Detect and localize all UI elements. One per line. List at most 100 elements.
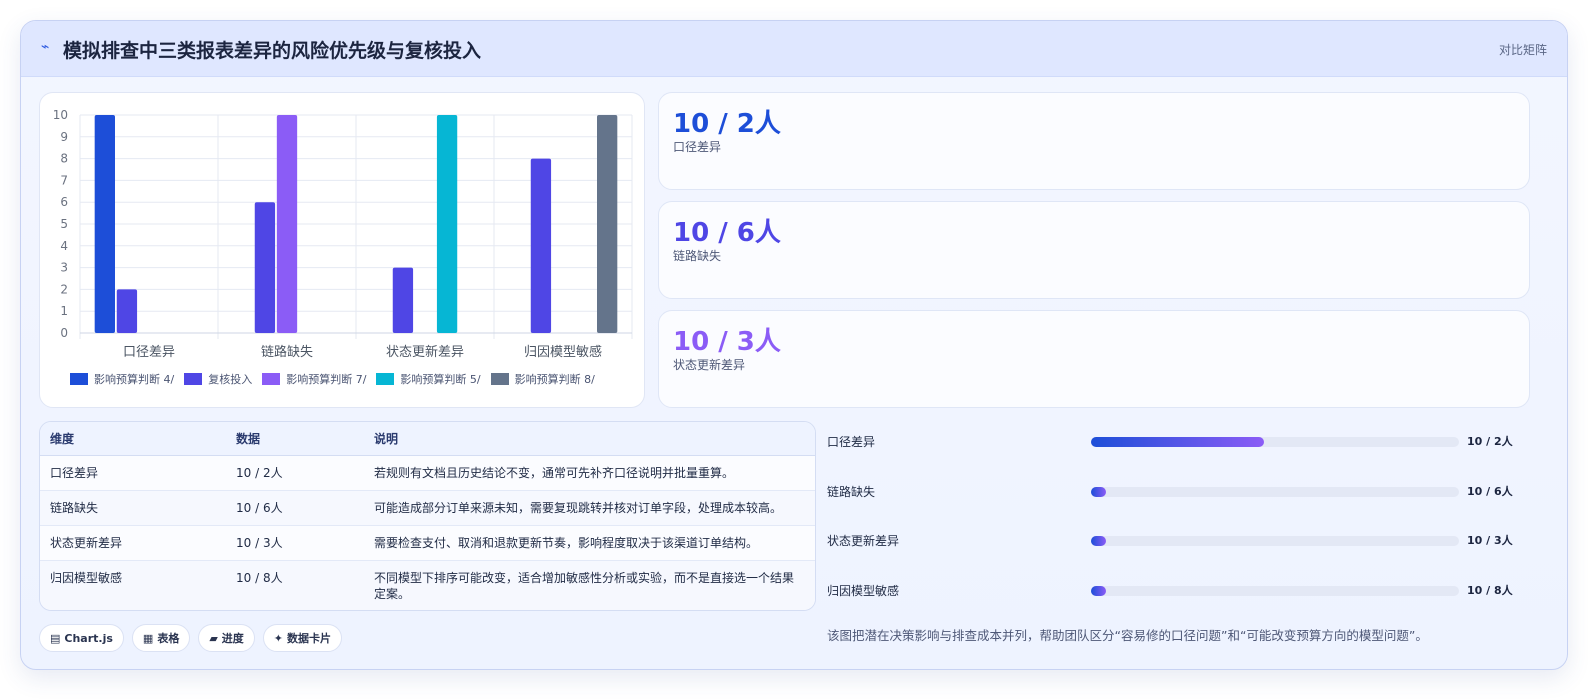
cell-description: 需要检查支付、取消和退款更新节奏，影响程度取决于该渠道订单结构。 <box>364 525 815 561</box>
chart-note: 该图把潜在决策影响与排查成本并列，帮助团队区分“容易修的口径问题”和“可能改变预… <box>827 628 1428 643</box>
kpi-label: 状态更新差异 <box>673 358 746 372</box>
kpi-label: 链路缺失 <box>673 249 722 263</box>
cell-dimension: 状态更新差异 <box>40 525 226 561</box>
bar-chart: 0 1 2 3 4 5 6 7 8 9 10 口径差异 链路缺失 状态更新差异 归因模型敏感 <box>53 108 633 360</box>
chip-progress[interactable]: ▰ 进度 <box>198 624 255 652</box>
legend-label: 影响预算判断 7/ <box>286 373 367 386</box>
report-card: ⌁ 模拟排查中三类报表差异的风险优先级与复核投入 对比矩阵 0 1 2 3 4 5 6 7 8 9… <box>20 20 1568 670</box>
cell-description: 若规则有文档且历史结论不变，通常可先补齐口径说明并批量重算。 <box>364 455 815 491</box>
sparkle-icon: ✦ <box>273 631 284 645</box>
y-tick-label: 6 <box>60 195 68 209</box>
data-table-panel: 维度 数据 说明 口径差异 10 / 2人 若规则有文档且历史结论不变，通常可先… <box>39 421 816 611</box>
kpi-value: 10 / 6人 <box>673 218 781 248</box>
progress-fill <box>1091 437 1264 447</box>
kpi-card-0: 10 / 2人 口径差异 <box>658 92 1530 190</box>
legend-swatch <box>70 373 88 385</box>
chip-table[interactable]: ▦ 表格 <box>131 624 191 652</box>
tag-chips: ▤ Chart.js ▦ 表格 ▰ 进度 ✦ 数据卡片 <box>39 624 343 652</box>
table-row: 口径差异 10 / 2人 若规则有文档且历史结论不变，通常可先补齐口径说明并批量… <box>40 455 815 491</box>
y-tick-label: 2 <box>60 282 68 296</box>
progress-icon: ▰ <box>209 631 218 645</box>
progress-track <box>1091 487 1459 497</box>
progress-row: 归因模型敏感 10 / 8人 <box>827 580 1527 600</box>
bar-chart-panel: 0 1 2 3 4 5 6 7 8 9 10 口径差异 链路缺失 状态更新差异 归因模型敏感 影响预算判断 … <box>39 92 645 408</box>
table-icon: ▦ <box>142 631 154 645</box>
bar <box>254 202 276 333</box>
cell-data: 10 / 2人 <box>226 455 364 491</box>
chip-label: 数据卡片 <box>287 632 332 645</box>
y-tick-label: 5 <box>60 217 68 231</box>
page-title: 模拟排查中三类报表差异的风险优先级与复核投入 <box>63 40 482 62</box>
progress-fill <box>1091 487 1106 497</box>
table-row: 链路缺失 10 / 6人 可能造成部分订单来源未知，需要复现跳转并核对订单字段，… <box>40 490 815 526</box>
y-tick-label: 0 <box>60 326 68 340</box>
bar <box>597 115 618 333</box>
cell-data: 10 / 3人 <box>226 525 364 561</box>
legend-label: 影响预算判断 8/ <box>514 373 595 386</box>
progress-value: 10 / 3人 <box>1467 534 1513 547</box>
legend-item[interactable]: 影响预算判断 7/ <box>262 371 366 387</box>
legend-swatch <box>262 373 281 385</box>
bar <box>94 115 115 333</box>
chip-label: 表格 <box>157 632 180 645</box>
y-tick-label: 10 <box>53 108 68 122</box>
table-header-row: 维度 数据 说明 <box>40 422 815 456</box>
column-header-data[interactable]: 数据 <box>226 422 364 456</box>
chip-chartjs[interactable]: ▤ Chart.js <box>39 624 124 652</box>
cell-data: 10 / 8人 <box>226 560 364 610</box>
progress-value: 10 / 6人 <box>1467 485 1513 498</box>
x-tick-label: 口径差异 <box>123 345 175 360</box>
kpi-card-1: 10 / 6人 链路缺失 <box>658 201 1530 299</box>
card-header: ⌁ 模拟排查中三类报表差异的风险优先级与复核投入 对比矩阵 <box>21 21 1567 77</box>
y-tick-label: 7 <box>60 173 68 187</box>
cell-data: 10 / 6人 <box>226 490 364 526</box>
chip-label: 进度 <box>221 632 244 645</box>
progress-fill <box>1091 586 1106 596</box>
legend-item[interactable]: 影响预算判断 4/ <box>70 371 174 387</box>
legend-item[interactable]: 复核投入 <box>184 371 252 387</box>
legend-label: 复核投入 <box>208 373 253 386</box>
x-tick-label: 归因模型敏感 <box>524 344 602 360</box>
chart-icon: ▤ <box>50 631 61 645</box>
chip-data-card[interactable]: ✦ 数据卡片 <box>262 624 343 652</box>
progress-row: 状态更新差异 10 / 3人 <box>827 530 1527 550</box>
progress-value: 10 / 8人 <box>1467 584 1513 597</box>
progress-track <box>1091 437 1459 447</box>
legend-item[interactable]: 影响预算判断 5/ <box>376 371 481 387</box>
legend-swatch <box>490 373 509 385</box>
chart-legend: 影响预算判断 4/复核投入 影响预算判断 7/影响预算判断 5/影响预算判断 8/ <box>70 371 630 387</box>
progress-fill <box>1091 536 1106 546</box>
kpi-card-2: 10 / 3人 状态更新差异 <box>658 310 1530 408</box>
kpi-label: 口径差异 <box>673 140 722 154</box>
progress-row: 口径差异 10 / 2人 <box>827 431 1527 451</box>
y-tick-label: 3 <box>60 261 68 275</box>
kpi-value: 10 / 2人 <box>673 109 781 139</box>
bar <box>392 267 414 333</box>
bar <box>276 115 298 333</box>
y-tick-label: 8 <box>60 152 68 166</box>
table-row: 归因模型敏感 10 / 8人 不同模型下排序可能改变，适合增加敏感性分析或实验，… <box>40 560 815 610</box>
progress-row: 链路缺失 10 / 6人 <box>827 481 1527 501</box>
legend-item[interactable]: 影响预算判断 8/ <box>490 371 595 387</box>
legend-swatch <box>184 373 203 385</box>
cell-description: 不同模型下排序可能改变，适合增加敏感性分析或实验，而不是直接选一个结果定案。 <box>364 560 815 610</box>
progress-label: 链路缺失 <box>827 485 876 499</box>
legend-swatch <box>376 373 395 385</box>
column-header-description[interactable]: 说明 <box>364 422 815 456</box>
data-table: 维度 数据 说明 口径差异 10 / 2人 若规则有文档且历史结论不变，通常可先… <box>40 422 815 610</box>
lightning-icon: ⌁ <box>41 39 50 55</box>
kpi-value: 10 / 3人 <box>673 327 781 357</box>
y-tick-label: 1 <box>60 304 68 318</box>
legend-label: 影响预算判断 5/ <box>400 373 481 386</box>
chip-label: Chart.js <box>64 631 113 645</box>
progress-value: 10 / 2人 <box>1467 435 1513 448</box>
x-tick-label: 状态更新差异 <box>386 344 464 360</box>
column-header-dimension[interactable]: 维度 <box>40 422 226 456</box>
cell-dimension: 链路缺失 <box>40 490 226 526</box>
matrix-label[interactable]: 对比矩阵 <box>1499 41 1547 58</box>
table-row: 状态更新差异 10 / 3人 需要检查支付、取消和退款更新节奏，影响程度取决于该… <box>40 525 815 561</box>
bar <box>436 115 458 333</box>
progress-label: 状态更新差异 <box>827 534 900 548</box>
progress-label: 归因模型敏感 <box>827 584 900 598</box>
cell-dimension: 归因模型敏感 <box>40 560 226 610</box>
